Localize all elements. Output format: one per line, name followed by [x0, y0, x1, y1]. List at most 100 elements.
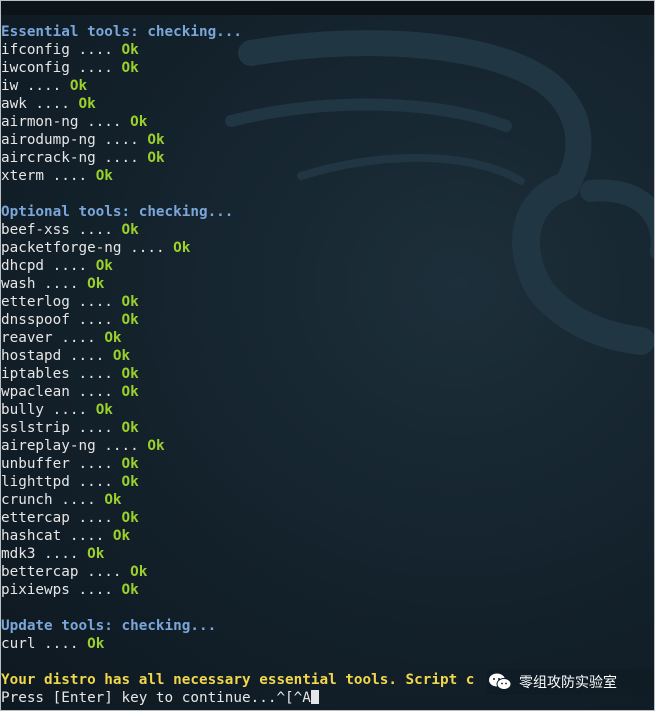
- tool-check-line: ifconfig .... Ok: [1, 41, 654, 59]
- tool-check-line: hashcat .... Ok: [1, 527, 654, 545]
- status-ok: Ok: [121, 222, 139, 238]
- terminal-output[interactable]: Essential tools: checking... ifconfig ...…: [1, 23, 654, 707]
- tool-name: bully: [1, 402, 45, 418]
- tool-check-line: ettercap .... Ok: [1, 509, 654, 527]
- status-ok: Ok: [69, 78, 88, 94]
- separator: ....: [69, 294, 122, 310]
- tool-name: sslstrip: [1, 420, 70, 436]
- separator: ....: [61, 528, 113, 544]
- tool-name: wash: [1, 276, 36, 292]
- status-ok: Ok: [112, 528, 131, 544]
- separator: ....: [78, 114, 131, 130]
- separator: ....: [121, 240, 174, 256]
- status-ok: Ok: [121, 312, 139, 328]
- tool-name: reaver: [1, 330, 53, 346]
- tool-name: packetforge-ng: [1, 240, 122, 256]
- status-ok: Ok: [130, 114, 148, 130]
- tool-name: curl: [1, 636, 36, 652]
- tool-check-line: aireplay-ng .... Ok: [1, 437, 654, 455]
- tool-name: wpaclean: [1, 384, 70, 400]
- section-header: Essential tools: checking...: [1, 24, 243, 40]
- tool-check-line: airodump-ng .... Ok: [1, 131, 654, 149]
- section-header: Update tools: checking...: [1, 618, 217, 634]
- separator: ....: [69, 456, 122, 472]
- status-ok: Ok: [130, 564, 148, 580]
- status-ok: Ok: [121, 42, 139, 58]
- separator: ....: [52, 330, 105, 346]
- tool-name: bettercap: [1, 564, 79, 580]
- tool-check-line: beef-xss .... Ok: [1, 221, 654, 239]
- separator: ....: [69, 474, 122, 490]
- separator: ....: [35, 546, 88, 562]
- status-ok: Ok: [121, 384, 139, 400]
- tool-check-line: xterm .... Ok: [1, 167, 654, 185]
- tool-check-line: wpaclean .... Ok: [1, 383, 654, 401]
- separator: ....: [69, 510, 122, 526]
- tool-name: aircrack-ng: [1, 150, 96, 166]
- tool-check-line: lighttpd .... Ok: [1, 473, 654, 491]
- separator: ....: [95, 132, 148, 148]
- separator: ....: [69, 384, 122, 400]
- terminal-window[interactable]: Essential tools: checking... ifconfig ...…: [0, 0, 655, 711]
- tool-check-line: pixiewps .... Ok: [1, 581, 654, 599]
- tool-check-line: iw .... Ok: [1, 77, 654, 95]
- status-ok: Ok: [112, 348, 131, 364]
- separator: ....: [26, 96, 79, 112]
- tool-name: airodump-ng: [1, 132, 96, 148]
- separator: ....: [69, 60, 122, 76]
- tool-name: hashcat: [1, 528, 62, 544]
- status-ok: Ok: [121, 474, 139, 490]
- separator: ....: [69, 42, 122, 58]
- status-ok: Ok: [147, 150, 165, 166]
- tool-check-line: aircrack-ng .... Ok: [1, 149, 654, 167]
- status-ok: Ok: [121, 420, 139, 436]
- tool-check-line: hostapd .... Ok: [1, 347, 654, 365]
- tool-name: pixiewps: [1, 582, 70, 598]
- tool-name: crunch: [1, 492, 53, 508]
- tool-check-line: bully .... Ok: [1, 401, 654, 419]
- separator: ....: [69, 420, 122, 436]
- tool-name: dnsspoof: [1, 312, 70, 328]
- tool-name: mdk3: [1, 546, 36, 562]
- tool-name: ifconfig: [1, 42, 70, 58]
- separator: ....: [35, 636, 88, 652]
- tool-check-line: reaver .... Ok: [1, 329, 654, 347]
- tool-check-line: mdk3 .... Ok: [1, 545, 654, 563]
- status-ok: Ok: [121, 366, 139, 382]
- status-ok: Ok: [121, 582, 139, 598]
- status-ok: Ok: [121, 294, 139, 310]
- separator: ....: [44, 168, 96, 184]
- status-ok: Ok: [95, 168, 113, 184]
- status-ok: Ok: [121, 510, 139, 526]
- tool-check-line: airmon-ng .... Ok: [1, 113, 654, 131]
- tool-name: dhcpd: [1, 258, 45, 274]
- watermark-text: 零组攻防实验室: [519, 675, 617, 691]
- status-ok: Ok: [95, 258, 113, 274]
- status-ok: Ok: [121, 456, 139, 472]
- tool-name: iwconfig: [1, 60, 70, 76]
- watermark: 零组攻防实验室: [487, 669, 654, 695]
- tool-check-line: bettercap .... Ok: [1, 563, 654, 581]
- tool-check-line: curl .... Ok: [1, 635, 654, 653]
- status-ok: Ok: [87, 276, 105, 292]
- tool-name: xterm: [1, 168, 45, 184]
- tool-check-line: iwconfig .... Ok: [1, 59, 654, 77]
- tool-name: airmon-ng: [1, 114, 79, 130]
- wechat-icon: [487, 671, 513, 693]
- tool-check-line: dnsspoof .... Ok: [1, 311, 654, 329]
- status-ok: Ok: [173, 240, 191, 256]
- status-ok: Ok: [104, 330, 122, 346]
- separator: ....: [78, 564, 131, 580]
- tool-check-line: iptables .... Ok: [1, 365, 654, 383]
- tool-check-line: dhcpd .... Ok: [1, 257, 654, 275]
- tool-name: ettercap: [1, 510, 70, 526]
- status-ok: Ok: [104, 492, 122, 508]
- text-cursor: [310, 690, 319, 704]
- status-ok: Ok: [147, 438, 165, 454]
- status-ok: Ok: [87, 546, 105, 562]
- separator: ....: [69, 366, 122, 382]
- tool-name: iw: [1, 78, 19, 94]
- tool-check-line: sslstrip .... Ok: [1, 419, 654, 437]
- separator: ....: [69, 582, 122, 598]
